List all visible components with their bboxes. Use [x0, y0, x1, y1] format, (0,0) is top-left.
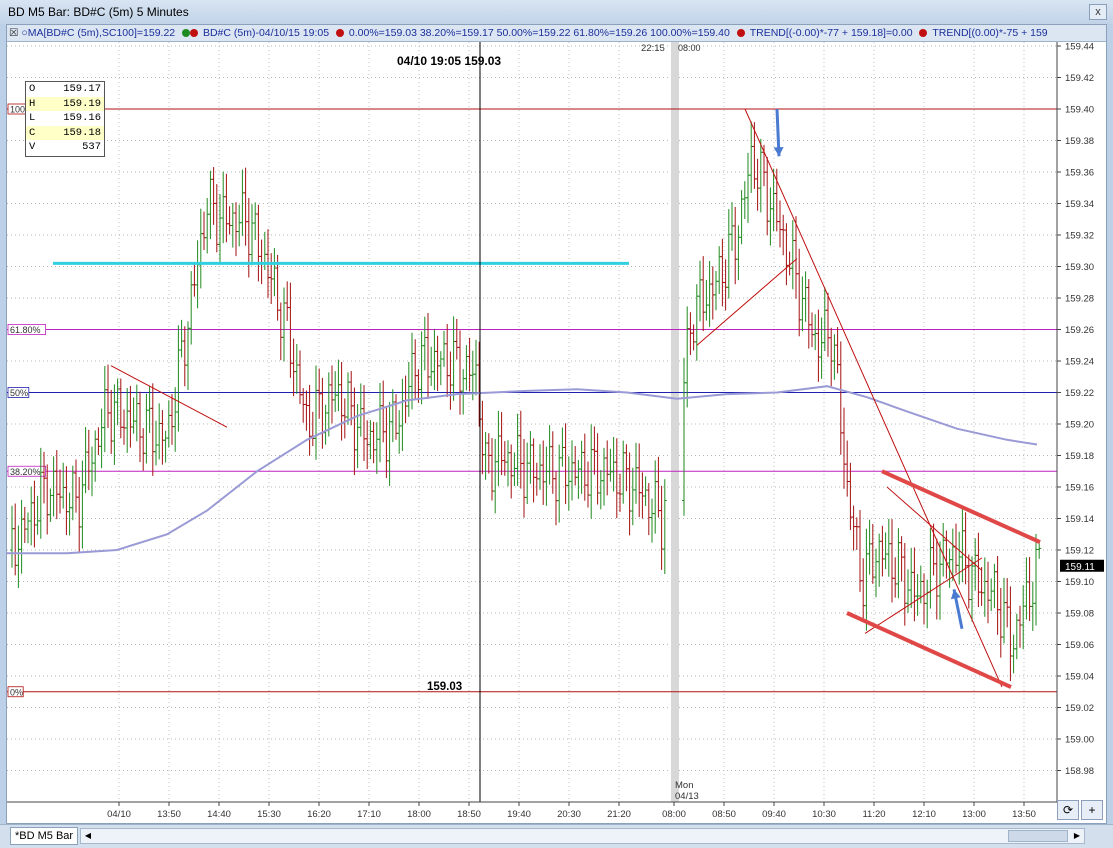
y-tick-label: 159.10	[1065, 577, 1094, 588]
price-line-label: 159.03	[427, 681, 462, 693]
fib-label: 50%	[10, 388, 28, 398]
x-tick-label: 19:40	[507, 809, 531, 820]
x-tick-label: 04/10	[107, 809, 131, 820]
fib-label: 61.80%	[10, 325, 41, 335]
study-trend1[interactable]: TREND[(-0.00)*-77 + 159.18]=0.00	[750, 25, 913, 41]
x-tick-label: 08:00	[662, 809, 686, 820]
scroll-thumb[interactable]	[1008, 830, 1068, 842]
x-tick-label: 17:10	[357, 809, 381, 820]
up-dot-icon	[182, 29, 191, 37]
zoom-in-button[interactable]: +	[1081, 800, 1103, 820]
study-ma[interactable]: MA[BD#C (5m),SC100]=159.22	[28, 25, 175, 41]
mon-date-label: 04/13	[675, 791, 699, 802]
close-button[interactable]: x	[1089, 4, 1107, 20]
session-break	[671, 42, 679, 802]
price-chart[interactable]: 100 61.80% 50% 38.20% 0% 04/10 19:05 159.03 1…	[7, 42, 1106, 822]
y-tick-label: 159.28	[1065, 294, 1094, 305]
study-symbol[interactable]: BD#C (5m)-04/10/15 19:05	[203, 25, 329, 41]
grid	[7, 42, 1057, 802]
channel-upper	[881, 469, 1041, 544]
horizontal-scrollbar[interactable]: ◀ ▶	[80, 828, 1085, 844]
x-tick-label: 11:20	[862, 809, 885, 820]
title-bar: BD M5 Bar: BD#C (5m) 5 Minutes x	[0, 0, 1113, 24]
chart-area[interactable]: ☒ ○MA[BD#C (5m),SC100]=159.22 BD#C (5m)-0…	[6, 24, 1107, 824]
fib-dot-icon	[335, 29, 344, 37]
time-axis: 04/10 13:50 14:40 15:30 16:20 17:10 18:00 18:50…	[7, 801, 1057, 820]
trend-line-2	[744, 108, 1003, 688]
trend2-dot-icon	[919, 29, 928, 37]
y-tick-label: 159.38	[1065, 136, 1094, 147]
trend1-dot-icon	[736, 29, 745, 37]
window-title: BD M5 Bar: BD#C (5m) 5 Minutes	[8, 5, 189, 19]
fib-label: 38.20%	[10, 467, 41, 477]
study-trend2[interactable]: TREND[(0.00)*-75 + 159	[932, 25, 1047, 41]
fib-levels: 100 61.80% 50% 38.20% 0%	[7, 103, 1057, 697]
x-tick-label: 18:50	[457, 809, 481, 820]
y-tick-label: 159.16	[1065, 483, 1094, 494]
y-tick-label: 159.08	[1065, 609, 1094, 620]
x-tick-label: 15:30	[257, 809, 281, 820]
scroll-right-icon[interactable]: ▶	[1070, 829, 1084, 843]
y-tick-label: 159.22	[1065, 388, 1094, 399]
ohlc-bars	[10, 121, 1042, 682]
ohlc-row-low: L 159.16	[29, 112, 101, 125]
x-tick-label: 09:40	[762, 809, 786, 820]
y-tick-label: 159.36	[1065, 168, 1094, 179]
x-tick-label: 13:50	[1012, 809, 1036, 820]
x-tick-label: 10:30	[812, 809, 836, 820]
x-tick-label: 12:10	[912, 809, 936, 820]
y-tick-label: 159.14	[1065, 514, 1094, 525]
crosshair-label: 04/10 19:05 159.03	[397, 54, 501, 68]
ohlc-box: O 159.17 H 159.19 L 159.16 C 159.18 V 537	[25, 81, 105, 157]
study-close-icon[interactable]: ☒	[9, 25, 18, 41]
y-tick-label: 159.20	[1065, 420, 1094, 431]
fib-label: 0%	[10, 687, 23, 697]
y-tick-label: 159.06	[1065, 640, 1094, 651]
y-tick-label: 159.40	[1065, 105, 1094, 116]
study-bar: ☒ ○MA[BD#C (5m),SC100]=159.22 BD#C (5m)-0…	[7, 25, 1106, 42]
x-tick-label: 13:00	[962, 809, 986, 820]
y-tick-label: 159.30	[1065, 262, 1094, 273]
trend-line-3	[696, 258, 798, 346]
x-tick-label: 14:40	[207, 809, 231, 820]
y-tick-label: 159.18	[1065, 451, 1094, 462]
ohlc-row-close: C 159.18	[26, 125, 104, 141]
down-dot-icon	[190, 29, 199, 37]
ohlc-row-high: H 159.19	[26, 96, 104, 112]
y-tick-label: 159.26	[1065, 325, 1094, 336]
y-tick-label: 159.42	[1065, 73, 1094, 84]
x-tick-label: 08:50	[712, 809, 736, 820]
y-tick-label: 159.02	[1065, 703, 1094, 714]
fib-label: 100	[10, 105, 25, 115]
y-tick-label: 159.44	[1065, 42, 1094, 53]
y-tick-label: 159.34	[1065, 199, 1094, 210]
arrow-down-head	[773, 147, 784, 157]
bottom-bar: *BD M5 Bar ◀ ▶	[0, 824, 1113, 848]
y-tick-label: 159.32	[1065, 231, 1094, 242]
y-tick-label: 159.00	[1065, 735, 1094, 746]
price-axis: 159.44 159.42 159.40 159.38 159.36 159.34 159.…	[1056, 42, 1104, 802]
study-fib[interactable]: 0.00%=159.03 38.20%=159.17 50.00%=159.22…	[349, 25, 730, 41]
y-tick-label: 159.12	[1065, 546, 1094, 557]
last-price-label: 159.11	[1065, 562, 1095, 573]
y-tick-label: 158.98	[1065, 766, 1094, 777]
y-tick-label: 159.24	[1065, 357, 1094, 368]
x-tick-label: 13:50	[157, 809, 181, 820]
session-time-label: 22:15	[641, 43, 665, 54]
mon-label: Mon	[675, 780, 693, 791]
session-open-label: 08:00	[678, 43, 701, 53]
x-tick-label: 21:20	[607, 809, 631, 820]
x-tick-label: 20:30	[557, 809, 581, 820]
scroll-left-icon[interactable]: ◀	[81, 829, 95, 843]
refresh-button[interactable]: ⟳	[1057, 800, 1079, 820]
x-tick-label: 16:20	[307, 809, 331, 820]
y-tick-label: 159.04	[1065, 672, 1094, 683]
ohlc-row-open: O 159.17	[29, 83, 101, 95]
ohlc-row-volume: V 537	[29, 141, 101, 154]
chart-tab[interactable]: *BD M5 Bar	[10, 827, 79, 845]
x-tick-label: 18:00	[407, 809, 431, 820]
